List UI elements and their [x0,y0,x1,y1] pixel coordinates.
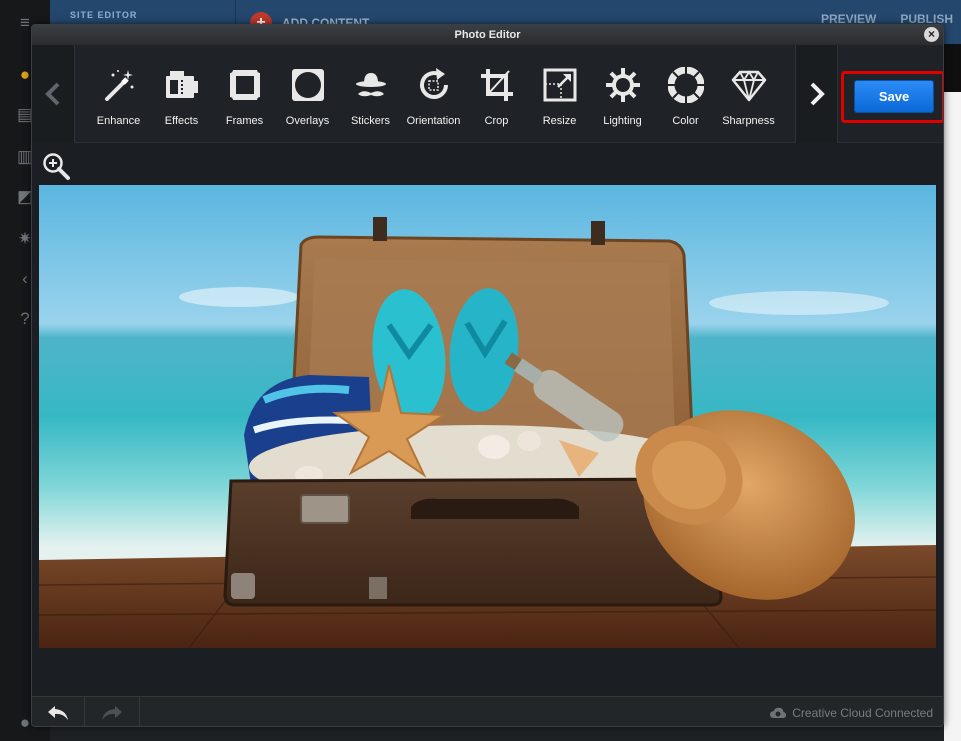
tool-frames[interactable]: Frames [213,45,276,143]
suitcase-corner [231,573,255,599]
tool-label: Stickers [350,115,391,127]
zoom-in-icon[interactable] [41,151,71,181]
tool-label: Resize [542,115,577,127]
creative-cloud-status: Creative Cloud Connected [770,706,933,720]
crop-icon [480,69,513,101]
tool-overlays[interactable]: Overlays [276,45,339,143]
creative-cloud-icon [770,707,787,718]
tool-effects[interactable]: Effects [150,45,213,143]
suitcase-clasp [373,217,387,241]
chevron-right-icon [810,82,825,106]
overlay-icon [291,69,324,101]
tool-crop[interactable]: Crop [465,45,528,143]
tool-label: Crop [484,115,509,127]
site-editor-label: SITE EDITOR [70,10,138,20]
tool-list: Enhance Effects Frames Overlays Stickers… [87,45,787,143]
photo-editor-dialog: Photo Editor × Enhance Effects Frames Ov… [31,24,944,727]
tool-sharpness[interactable]: Sharpness [717,45,780,143]
undo-button[interactable] [32,697,85,726]
tool-label: Enhance [96,115,141,127]
film-icon [165,71,198,98]
tool-color[interactable]: Color [654,45,717,143]
save-highlight: Save [841,71,943,123]
close-button[interactable]: × [924,27,939,42]
next-tools-button[interactable] [795,45,838,143]
tool-resize[interactable]: Resize [528,45,591,143]
tool-label: Overlays [285,115,330,127]
tool-lighting[interactable]: Lighting [591,45,654,143]
tool-enhance[interactable]: Enhance [87,45,150,143]
hat-mustache-icon [355,73,386,97]
suitcase-clasp [591,221,605,245]
magic-wand-icon [104,70,133,101]
save-button[interactable]: Save [854,80,934,113]
tool-label: Frames [225,115,264,127]
redo-icon [102,706,122,720]
tool-label: Lighting [603,115,642,127]
cloud [709,291,889,315]
tool-label: Color [672,115,699,127]
tool-label: Sharpness [722,115,775,127]
redo-button[interactable] [85,697,140,726]
editor-footer: Creative Cloud Connected [32,696,943,726]
rotate-icon [419,68,448,99]
prev-tools-button[interactable] [32,45,75,143]
page-background [944,44,961,741]
tool-label: Effects [164,115,199,127]
dialog-title: Photo Editor [454,29,521,41]
chevron-left-icon [45,82,60,106]
status-label: Creative Cloud Connected [792,706,933,720]
shell [478,435,510,459]
frame-icon [226,67,263,103]
cloud [179,287,299,307]
shell [517,431,541,451]
suitcase-lock [300,494,350,524]
suitcase-corner [369,577,387,599]
page-header-strip [944,44,961,92]
suitcase-handle [411,498,579,519]
diamond-icon [731,70,766,102]
undo-icon [48,706,68,720]
sun-icon [605,68,640,102]
resize-icon [543,68,576,102]
tool-label: Orientation [406,115,461,127]
dialog-titlebar: Photo Editor × [32,25,943,45]
tool-orientation[interactable]: Orientation [402,45,465,143]
tool-stickers[interactable]: Stickers [339,45,402,143]
photo-canvas[interactable] [39,185,936,648]
tool-bar: Enhance Effects Frames Overlays Stickers… [32,45,943,143]
color-ring-icon [667,67,704,103]
